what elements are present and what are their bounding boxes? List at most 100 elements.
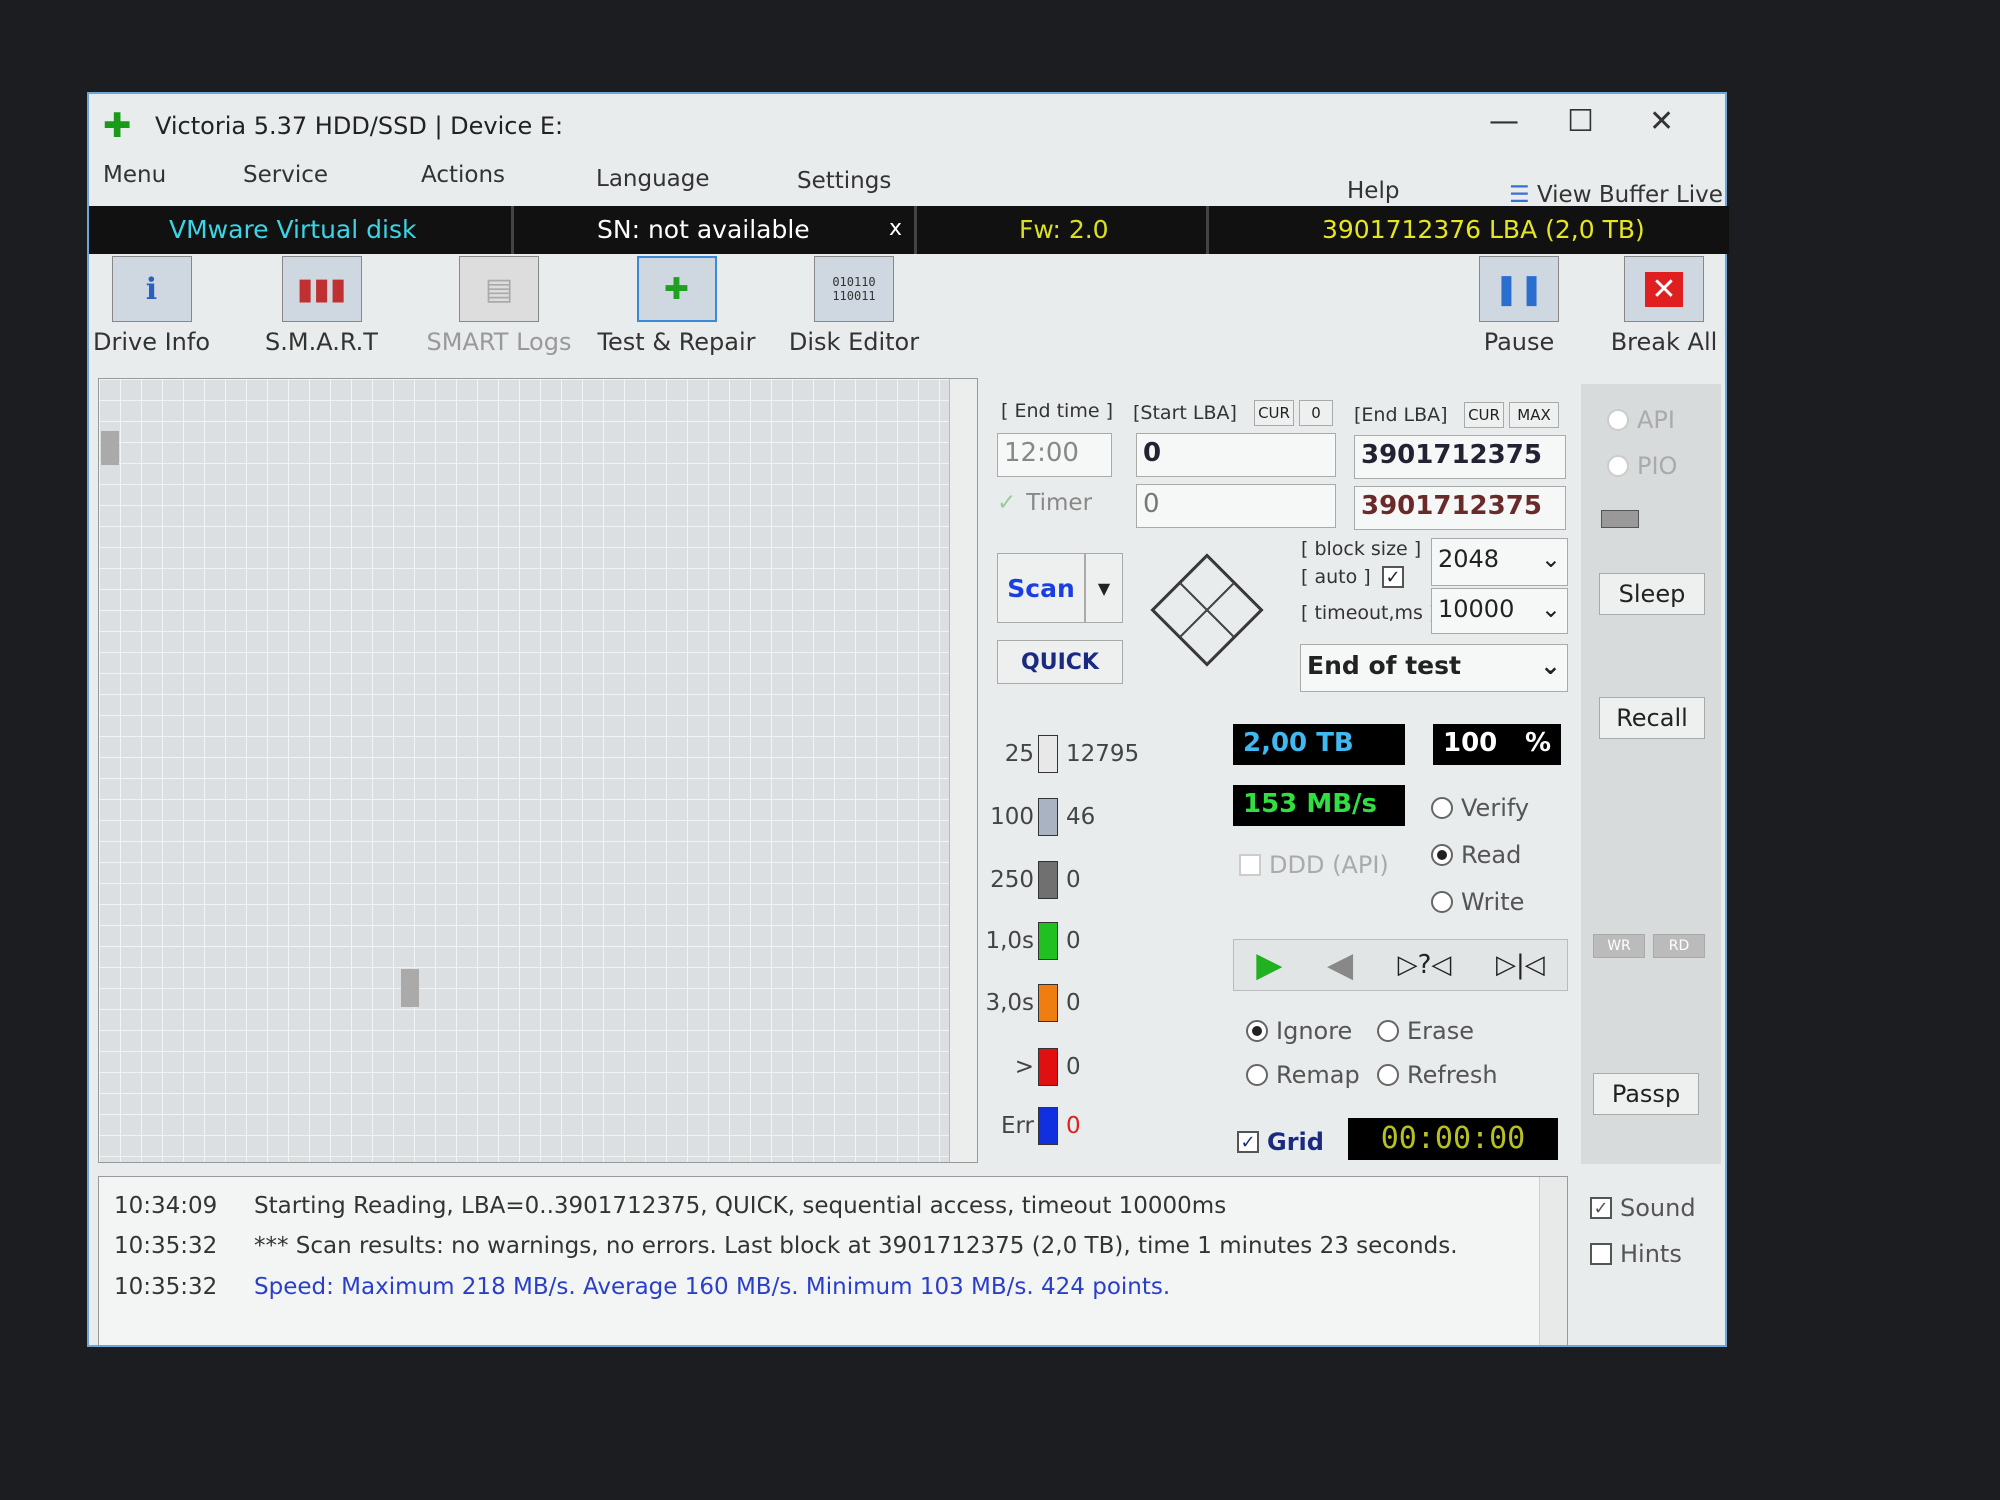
stat-row: 250 0 bbox=[984, 861, 1081, 899]
start-cur-button[interactable]: CUR bbox=[1254, 400, 1294, 426]
menu-actions[interactable]: Actions bbox=[421, 162, 505, 188]
end-lba-input[interactable]: 3901712375 bbox=[1354, 435, 1566, 479]
start-zero-button[interactable]: 0 bbox=[1299, 400, 1333, 426]
sleep-button[interactable]: Sleep bbox=[1599, 573, 1705, 615]
api-label: API bbox=[1637, 406, 1675, 434]
check-icon: ✓ bbox=[1237, 1131, 1259, 1153]
end-max-button[interactable]: MAX bbox=[1509, 402, 1559, 428]
block-size-select[interactable]: 2048 ⌄ bbox=[1431, 538, 1568, 586]
pause-button[interactable]: ❚❚ Pause bbox=[1469, 256, 1569, 378]
stat-count: 0 bbox=[1066, 990, 1081, 1016]
stat-count: 0 bbox=[1066, 928, 1081, 954]
stat-row: 1,0s 0 bbox=[984, 922, 1081, 960]
end-icon[interactable]: ▷|◁ bbox=[1496, 950, 1545, 980]
stat-color-bar bbox=[1038, 1107, 1058, 1145]
pio-radio[interactable]: PIO bbox=[1607, 452, 1677, 480]
start-lba-input[interactable]: 0 bbox=[1136, 433, 1336, 477]
stat-color-bar bbox=[1038, 798, 1058, 836]
drive-info-bar: VMware Virtual disk SN: not available x … bbox=[89, 206, 1729, 254]
scanned-size-readout: 2,00 TB bbox=[1233, 724, 1405, 765]
smart-logs-button[interactable]: ▤ SMART Logs bbox=[419, 256, 579, 378]
mode-write-radio[interactable]: Write bbox=[1431, 888, 1524, 916]
stop-icon: ✕ bbox=[1624, 256, 1704, 322]
api-radio[interactable]: API bbox=[1607, 406, 1675, 434]
grid-scrollbar[interactable] bbox=[949, 379, 977, 1162]
scan-dropdown-button[interactable]: ▼ bbox=[1085, 553, 1123, 623]
wr-indicator: WR bbox=[1593, 934, 1645, 958]
radio-circle bbox=[1431, 797, 1453, 819]
maximize-button[interactable]: ☐ bbox=[1567, 104, 1594, 139]
disk-editor-label: Disk Editor bbox=[788, 328, 920, 356]
timer-checkbox[interactable]: ✓ Timer bbox=[997, 490, 1092, 516]
minimize-button[interactable]: — bbox=[1489, 104, 1519, 139]
side-panel bbox=[1581, 384, 1721, 1164]
timeout-select[interactable]: 10000 ⌄ bbox=[1431, 588, 1568, 634]
list-icon: ☰ bbox=[1509, 182, 1537, 208]
check-icon: ✓ bbox=[1385, 566, 1401, 588]
stat-count: 12795 bbox=[1066, 741, 1140, 767]
menu-menu[interactable]: Menu bbox=[103, 162, 166, 188]
window-title: Victoria 5.37 HDD/SSD | Device E: bbox=[155, 112, 564, 140]
stat-color-bar bbox=[1038, 735, 1058, 773]
close-button[interactable]: ✕ bbox=[1649, 104, 1674, 139]
progress-percent: 100 bbox=[1443, 728, 1498, 758]
passp-button[interactable]: Passp bbox=[1593, 1073, 1699, 1115]
scan-button[interactable]: Scan bbox=[997, 553, 1085, 623]
play-icon[interactable]: ▶ bbox=[1256, 945, 1282, 985]
stat-color-bar bbox=[1038, 984, 1058, 1022]
menu-language[interactable]: Language bbox=[596, 166, 710, 192]
action-ignore-radio[interactable]: Ignore bbox=[1246, 1017, 1352, 1045]
firmware: Fw: 2.0 bbox=[919, 206, 1209, 254]
auto-checkbox[interactable]: ✓ bbox=[1382, 566, 1404, 588]
direction-pad[interactable] bbox=[1150, 553, 1264, 667]
radio-circle bbox=[1246, 1064, 1268, 1086]
end-lba-current: 3901712375 bbox=[1354, 486, 1566, 530]
read-label: Read bbox=[1461, 841, 1522, 869]
menu-service[interactable]: Service bbox=[243, 162, 328, 188]
quick-button[interactable]: QUICK bbox=[997, 640, 1123, 684]
action-refresh-radio[interactable]: Refresh bbox=[1377, 1061, 1498, 1089]
reverse-icon[interactable]: ◀ bbox=[1327, 945, 1353, 985]
stat-row: 3,0s 0 bbox=[984, 984, 1081, 1022]
view-buffer-live-button[interactable]: ☰ View Buffer Live bbox=[1509, 182, 1723, 208]
break-all-button[interactable]: ✕ Break All bbox=[1609, 256, 1719, 378]
mode-verify-radio[interactable]: Verify bbox=[1431, 794, 1529, 822]
smart-button[interactable]: ▮▮▮ S.M.A.R.T bbox=[259, 256, 384, 378]
grid-checkbox[interactable]: ✓ Grid bbox=[1237, 1128, 1324, 1156]
app-logo-icon: ✚ bbox=[103, 106, 132, 146]
elapsed-timer: 00:00:00 bbox=[1348, 1118, 1558, 1160]
end-action-select[interactable]: End of test ⌄ bbox=[1300, 644, 1568, 692]
recall-button[interactable]: Recall bbox=[1599, 697, 1705, 739]
start-lba-current: 0 bbox=[1136, 484, 1336, 528]
action-remap-radio[interactable]: Remap bbox=[1246, 1061, 1360, 1089]
sn-close-button[interactable]: x bbox=[889, 216, 902, 241]
end-cur-button[interactable]: CUR bbox=[1464, 402, 1504, 428]
rd-indicator: RD bbox=[1653, 934, 1705, 958]
test-repair-button[interactable]: ✚ Test & Repair bbox=[594, 256, 759, 378]
menu-help[interactable]: Help bbox=[1347, 178, 1399, 204]
ddd-api-checkbox[interactable]: DDD (API) bbox=[1239, 851, 1389, 879]
action-erase-radio[interactable]: Erase bbox=[1377, 1017, 1474, 1045]
binary-icon: 010110 110011 bbox=[814, 256, 894, 322]
drive-info-button[interactable]: ℹ Drive Info bbox=[89, 256, 214, 378]
disk-editor-button[interactable]: 010110 110011 Disk Editor bbox=[779, 256, 929, 378]
serial-number: SN: not available bbox=[517, 206, 917, 254]
check-icon: ✓ bbox=[997, 490, 1017, 516]
end-time-input[interactable]: 12:00 bbox=[997, 433, 1112, 477]
mode-read-radio[interactable]: Read bbox=[1431, 841, 1521, 869]
smart-chart-icon: ▮▮▮ bbox=[281, 256, 362, 322]
stat-row: 100 46 bbox=[984, 798, 1095, 836]
erase-label: Erase bbox=[1407, 1017, 1475, 1045]
log-message: Speed: Maximum 218 MB/s. Average 160 MB/… bbox=[254, 1274, 1171, 1300]
checkbox-box bbox=[1590, 1243, 1612, 1265]
radio-circle bbox=[1377, 1020, 1399, 1042]
log-scrollbar[interactable] bbox=[1539, 1177, 1567, 1345]
hints-checkbox[interactable]: Hints bbox=[1590, 1240, 1682, 1268]
sound-checkbox[interactable]: ✓ Sound bbox=[1590, 1194, 1696, 1222]
chevron-down-icon: ⌄ bbox=[1540, 595, 1561, 623]
seek-icon[interactable]: ▷?◁ bbox=[1398, 950, 1452, 980]
stat-threshold: > bbox=[1014, 1054, 1034, 1080]
stat-row: Err 0 bbox=[984, 1107, 1081, 1145]
menu-settings[interactable]: Settings bbox=[797, 168, 891, 194]
playback-controls: ▶ ◀ ▷?◁ ▷|◁ bbox=[1233, 939, 1568, 991]
